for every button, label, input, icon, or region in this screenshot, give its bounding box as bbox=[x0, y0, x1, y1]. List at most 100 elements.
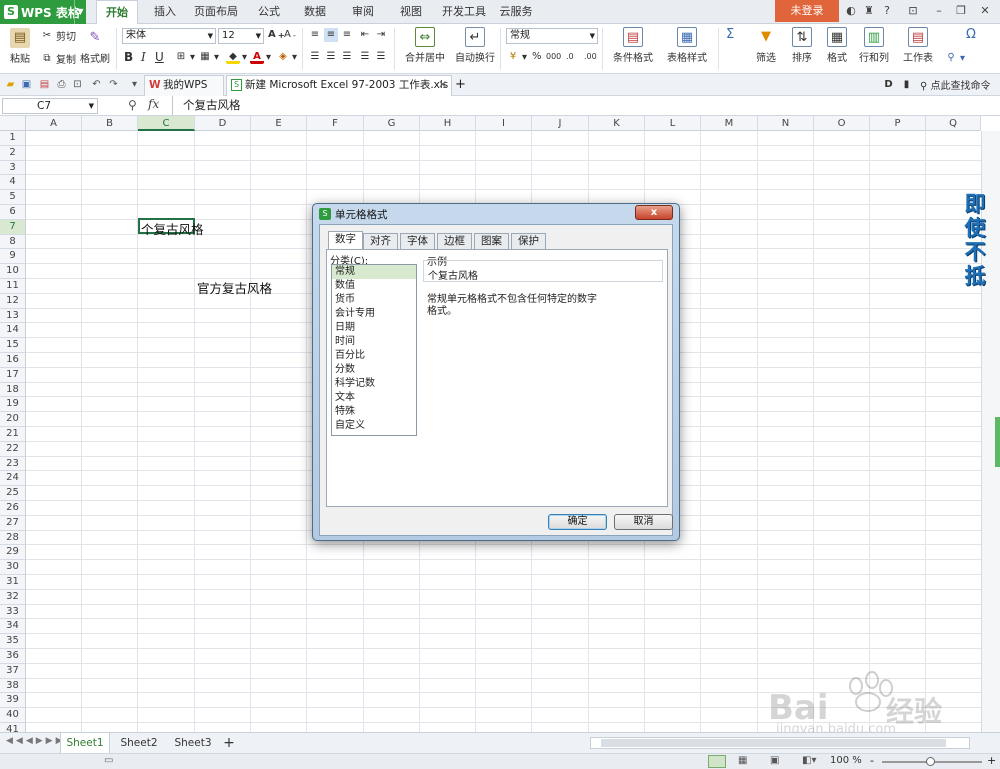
row-header-36[interactable]: 36 bbox=[0, 649, 26, 664]
category-item[interactable]: 百分比 bbox=[332, 349, 416, 363]
layout-icon[interactable]: ▮ bbox=[900, 78, 913, 91]
formula-input[interactable]: 个复古风格 bbox=[172, 96, 998, 115]
find-button[interactable]: ⚲ ▾ bbox=[944, 51, 965, 65]
close-icon[interactable]: ✕ bbox=[976, 2, 994, 20]
row-header-40[interactable]: 40 bbox=[0, 708, 26, 723]
tab-cloud[interactable]: 云服务 bbox=[498, 0, 534, 24]
dialog-tab-border[interactable]: 边框 bbox=[437, 233, 472, 249]
row-header-5[interactable]: 5 bbox=[0, 190, 26, 205]
category-item[interactable]: 日期 bbox=[332, 321, 416, 335]
clear-button[interactable]: ◈ ▾ bbox=[276, 50, 297, 64]
font-name-select[interactable]: 宋体 ▼ bbox=[122, 28, 216, 44]
percent-button[interactable]: % bbox=[532, 51, 542, 62]
row-header-9[interactable]: 9 bbox=[0, 249, 26, 265]
tab-home[interactable]: 开始 bbox=[96, 0, 138, 25]
select-all-corner[interactable] bbox=[0, 116, 26, 131]
column-header-p[interactable]: P bbox=[870, 116, 926, 131]
column-header-b[interactable]: B bbox=[82, 116, 138, 131]
name-box[interactable]: C7 ▼ bbox=[2, 98, 98, 114]
tab-page-layout[interactable]: 页面布局 bbox=[192, 0, 240, 24]
customize-icon[interactable]: ▾ bbox=[128, 78, 141, 91]
column-header-a[interactable]: A bbox=[26, 116, 82, 131]
row-header-33[interactable]: 33 bbox=[0, 604, 26, 620]
dialog-tab-number[interactable]: 数字 bbox=[328, 231, 363, 250]
shrink-font-button[interactable]: A- bbox=[284, 29, 296, 40]
page-break-icon[interactable]: ▦ bbox=[738, 755, 747, 766]
column-header-d[interactable]: D bbox=[195, 116, 251, 131]
zoom-thumb[interactable] bbox=[926, 757, 935, 766]
category-item[interactable]: 特殊 bbox=[332, 405, 416, 419]
row-header-2[interactable]: 2 bbox=[0, 145, 26, 161]
indent-increase-button[interactable]: ⇥ bbox=[374, 28, 388, 42]
row-header-34[interactable]: 34 bbox=[0, 619, 26, 635]
chevron-down-icon[interactable]: ▼ bbox=[74, 0, 86, 24]
column-header-m[interactable]: M bbox=[701, 116, 758, 131]
row-header-22[interactable]: 22 bbox=[0, 441, 26, 457]
grow-font-button[interactable]: A + bbox=[268, 29, 285, 40]
sort-button[interactable]: ⇅ 排序 bbox=[786, 27, 818, 64]
row-header-30[interactable]: 30 bbox=[0, 560, 26, 575]
row-header-13[interactable]: 13 bbox=[0, 308, 26, 324]
help-button[interactable]: ? bbox=[878, 2, 896, 20]
font-color-button[interactable]: A ▾ bbox=[250, 50, 271, 64]
fill-pattern-button[interactable]: ▦ ▾ bbox=[198, 50, 219, 64]
print-icon[interactable]: ⎙ bbox=[55, 78, 68, 91]
close-icon[interactable]: ✕ bbox=[438, 76, 447, 95]
row-header-27[interactable]: 27 bbox=[0, 515, 26, 531]
scroll-thumb[interactable] bbox=[601, 739, 946, 747]
filter-button[interactable]: ▼ 筛选 bbox=[750, 27, 782, 64]
column-header-j[interactable]: J bbox=[532, 116, 589, 131]
row-header-32[interactable]: 32 bbox=[0, 589, 26, 605]
row-header-7[interactable]: 7 bbox=[0, 219, 26, 235]
wrap-text-button[interactable]: ↵ 自动换行 bbox=[454, 27, 496, 64]
dialog-tab-protection[interactable]: 保护 bbox=[511, 233, 546, 249]
font-size-select[interactable]: 12 ▼ bbox=[218, 28, 264, 44]
bold-button[interactable]: B bbox=[124, 50, 133, 64]
merge-center-button[interactable]: ⇔ 合并居中 bbox=[400, 27, 450, 64]
row-header-23[interactable]: 23 bbox=[0, 456, 26, 472]
category-item[interactable]: 科学记数 bbox=[332, 377, 416, 391]
zoom-formula-icon[interactable]: ⚲ bbox=[128, 98, 137, 112]
increase-decimal-button[interactable]: .0 bbox=[566, 52, 574, 61]
italic-button[interactable]: I bbox=[141, 50, 146, 64]
column-header-h[interactable]: H bbox=[420, 116, 476, 131]
tab-insert[interactable]: 插入 bbox=[148, 0, 182, 24]
open-icon[interactable]: ▰ bbox=[4, 78, 17, 91]
column-header-n[interactable]: N bbox=[758, 116, 814, 131]
dialog-close-button[interactable]: x bbox=[635, 205, 673, 220]
row-header-14[interactable]: 14 bbox=[0, 323, 26, 339]
dialog-tab-alignment[interactable]: 对齐 bbox=[363, 233, 398, 249]
tab-view[interactable]: 视图 bbox=[394, 0, 428, 24]
paste-button[interactable]: ▤ 粘贴 bbox=[6, 28, 34, 65]
row-header-28[interactable]: 28 bbox=[0, 530, 26, 546]
row-header-4[interactable]: 4 bbox=[0, 175, 26, 191]
decrease-decimal-button[interactable]: .00 bbox=[584, 52, 597, 61]
zoom-slider[interactable] bbox=[882, 757, 982, 766]
horizontal-scrollbar[interactable] bbox=[590, 737, 970, 749]
insert-function-button[interactable]: fx bbox=[148, 97, 159, 111]
tab-my-wps[interactable]: W 我的WPS bbox=[144, 75, 224, 96]
row-header-21[interactable]: 21 bbox=[0, 427, 26, 442]
shirt-icon[interactable]: ♜ bbox=[860, 2, 878, 20]
align-right-button[interactable]: ☰ bbox=[340, 50, 354, 64]
sheet-tab-3[interactable]: Sheet3 bbox=[168, 733, 218, 753]
align-center-button[interactable]: ☰ bbox=[324, 50, 338, 64]
sheet-tab-1[interactable]: Sheet1 bbox=[60, 733, 110, 753]
conditional-format-button[interactable]: ▤ 条件格式 bbox=[608, 27, 658, 64]
skin-icon[interactable]: ◐ bbox=[842, 2, 860, 20]
align-bottom-button[interactable]: ≡ bbox=[340, 28, 354, 42]
app-menu-button[interactable]: S WPS 表格 ▼ bbox=[0, 0, 86, 24]
zoom-level[interactable]: 100 % bbox=[830, 755, 862, 766]
distributed-button[interactable]: ☰ bbox=[374, 50, 388, 64]
column-header-q[interactable]: Q bbox=[926, 116, 981, 131]
fill-color-button[interactable]: ◆ ▾ bbox=[226, 50, 247, 64]
sheet-nav-arrows[interactable]: ◀◀◀▶▶▶ bbox=[6, 736, 66, 746]
row-header-15[interactable]: 15 bbox=[0, 338, 26, 353]
justify-button[interactable]: ☰ bbox=[358, 50, 372, 64]
doc-d-icon[interactable]: D bbox=[882, 78, 895, 91]
sheet-tab-2[interactable]: Sheet2 bbox=[114, 733, 164, 753]
column-header-c[interactable]: C bbox=[138, 116, 195, 131]
rows-cols-button[interactable]: ▥ 行和列 bbox=[856, 27, 892, 64]
row-header-20[interactable]: 20 bbox=[0, 412, 26, 427]
format-painter-button[interactable]: ✎ 格式刷 bbox=[80, 28, 110, 65]
